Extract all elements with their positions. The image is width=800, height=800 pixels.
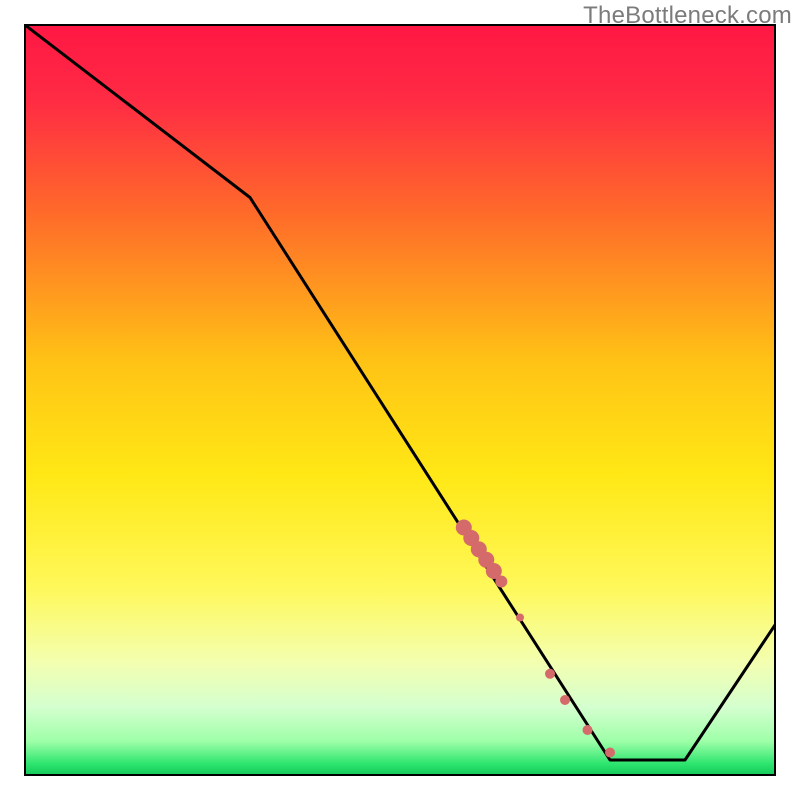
marker-dot: [583, 725, 593, 735]
watermark-label: TheBottleneck.com: [583, 2, 792, 30]
marker-dot: [545, 669, 555, 679]
chart-container: TheBottleneck.com: [0, 0, 800, 800]
marker-dot: [605, 748, 615, 758]
marker-dot: [516, 614, 524, 622]
gradient-background: [25, 25, 775, 775]
marker-dot: [495, 576, 507, 588]
bottleneck-chart: [0, 0, 800, 800]
marker-dot: [560, 695, 570, 705]
